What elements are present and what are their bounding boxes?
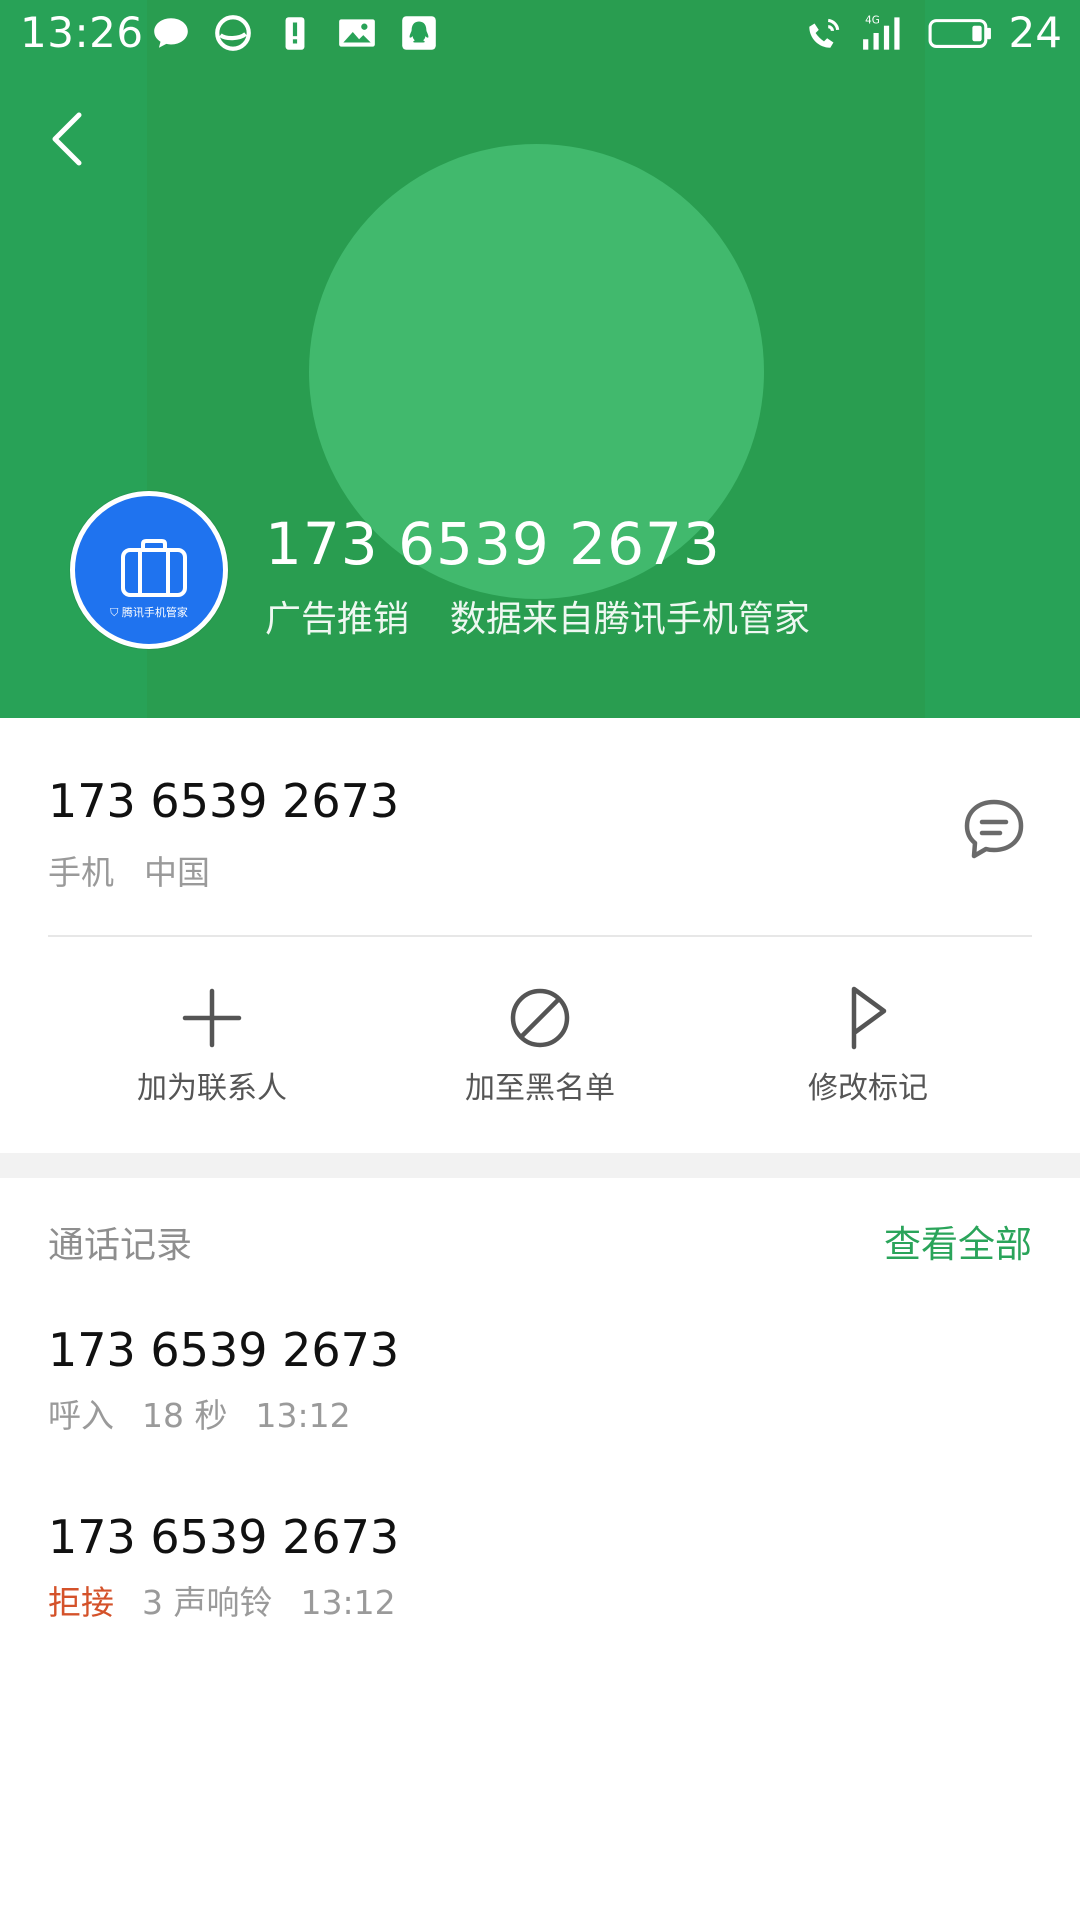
call-record-item[interactable]: 173 6539 2673 呼入 18 秒 13:12 xyxy=(48,1323,1032,1437)
call-kind-rejected: 拒接 xyxy=(48,1583,114,1622)
status-time: 13:26 xyxy=(20,8,144,57)
call-record-meta: 呼入 18 秒 13:12 xyxy=(48,1389,1032,1437)
info-phone-number[interactable]: 173 6539 2673 xyxy=(48,774,399,828)
battery-icon xyxy=(928,19,991,48)
add-contact-button[interactable]: 加为联系人 xyxy=(82,985,342,1115)
message-icon xyxy=(964,799,1024,859)
info-divider xyxy=(48,935,1032,937)
qq-icon xyxy=(402,16,436,50)
send-message-button[interactable] xyxy=(960,796,1028,864)
add-contact-label: 加为联系人 xyxy=(137,1071,287,1106)
tag-brand-label: ⛉ 腾讯手机管家 xyxy=(75,606,223,619)
shield-icon: ⛉ xyxy=(110,606,119,619)
call-record-item[interactable]: 173 6539 2673 拒接 3 声响铃 13:12 xyxy=(48,1510,1032,1624)
back-button[interactable] xyxy=(36,100,98,178)
signal-4g-icon: 4G xyxy=(862,15,900,50)
briefcase-icon xyxy=(121,539,187,597)
system-icons: 4G 24 xyxy=(803,10,1062,56)
header-tag-line: 广告推销 数据来自腾讯手机管家 xyxy=(265,590,810,642)
call-kind: 呼入 xyxy=(48,1396,114,1435)
header-phone-number: 173 6539 2673 xyxy=(265,510,721,578)
call-time: 13:12 xyxy=(255,1396,351,1435)
view-all-button[interactable]: 查看全部 xyxy=(884,1214,1032,1268)
block-icon xyxy=(510,988,570,1048)
tag-avatar: ⛉ 腾讯手机管家 xyxy=(70,491,228,649)
hotspot-icon xyxy=(808,18,839,48)
alert-battery-icon xyxy=(285,17,305,50)
edit-tag-label: 修改标记 xyxy=(808,1071,928,1106)
info-meta: 手机 中国 xyxy=(48,846,210,894)
svg-text:4G: 4G xyxy=(865,15,880,27)
call-detail: 3 声响铃 xyxy=(142,1583,273,1622)
tag-label: 广告推销 xyxy=(265,599,410,640)
status-bar: 13:26 4G 24 xyxy=(0,0,1080,68)
call-record-number: 173 6539 2673 xyxy=(48,1510,400,1564)
plus-icon xyxy=(182,988,242,1048)
call-detail: 18 秒 xyxy=(142,1396,228,1435)
image-icon xyxy=(339,19,375,47)
flag-icon xyxy=(851,986,887,1050)
call-record-meta: 拒接 3 声响铃 13:12 xyxy=(48,1576,1032,1624)
chevron-left-icon xyxy=(52,112,82,166)
battery-level: 24 xyxy=(1008,8,1062,57)
call-time: 13:12 xyxy=(300,1583,396,1622)
add-blacklist-button[interactable]: 加至黑名单 xyxy=(410,985,670,1115)
tag-brand-text: 腾讯手机管家 xyxy=(121,606,188,619)
call-record-number: 173 6539 2673 xyxy=(48,1323,400,1377)
phone-type: 手机 xyxy=(48,853,114,892)
notification-icons xyxy=(150,12,440,54)
section-separator xyxy=(0,1153,1080,1178)
add-blacklist-label: 加至黑名单 xyxy=(465,1071,615,1106)
phone-region: 中国 xyxy=(144,853,210,892)
caller-header: 13:26 4G 24 ⛉ 腾讯手机管家 173 6539 2673 广告推销 … xyxy=(0,0,1080,718)
action-row: 加为联系人 加至黑名单 修改标记 xyxy=(0,985,1080,1115)
tag-source: 数据来自腾讯手机管家 xyxy=(449,599,810,640)
chat-bubble-icon xyxy=(154,18,188,48)
browser-icon xyxy=(215,15,251,51)
edit-tag-button[interactable]: 修改标记 xyxy=(738,985,998,1115)
call-records-title: 通话记录 xyxy=(48,1225,193,1266)
